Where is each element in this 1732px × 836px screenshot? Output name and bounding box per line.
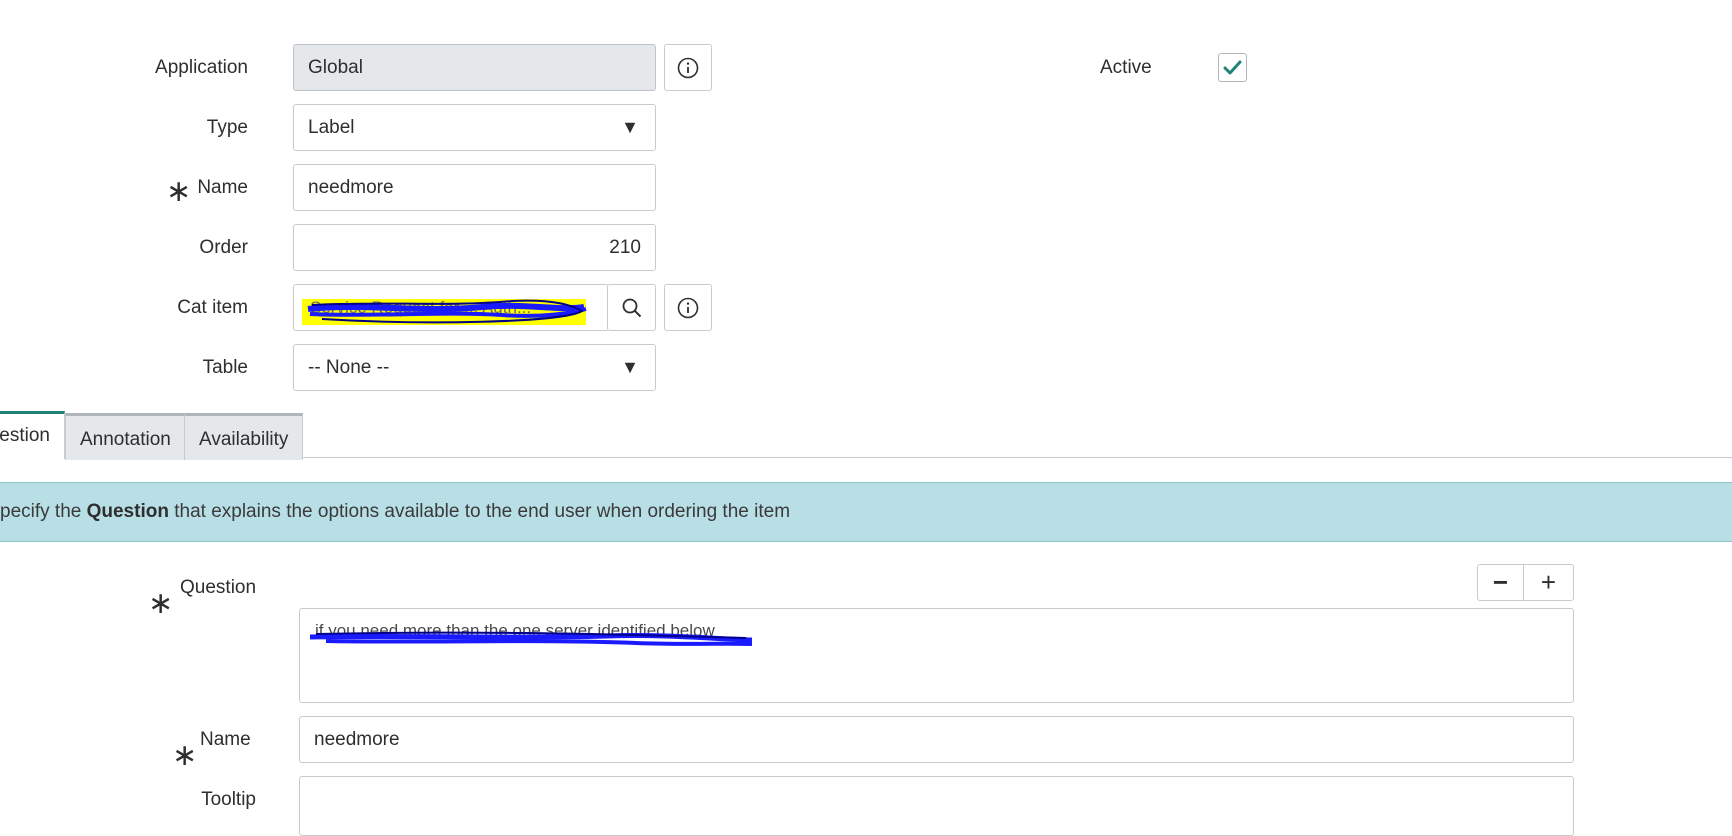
question-name-label: Name <box>200 729 251 750</box>
tooltip-input[interactable] <box>299 776 1574 836</box>
info-icon <box>677 57 699 78</box>
cat-item-info-button[interactable] <box>664 284 712 331</box>
tab-availability[interactable]: Availability <box>184 413 303 460</box>
active-checkbox[interactable] <box>1218 53 1247 82</box>
info-banner-prefix: pecify the <box>0 501 87 522</box>
text-size-controls: − + <box>1477 564 1574 601</box>
cat-item-label: Cat item <box>177 297 248 318</box>
order-label: Order <box>199 237 248 258</box>
question-label: Question <box>180 577 257 598</box>
increase-size-button[interactable]: + <box>1524 565 1573 600</box>
info-banner: pecify the Question that explains the op… <box>0 482 1732 542</box>
active-label: Active <box>1100 57 1152 78</box>
table-select-value: -- None -- <box>308 357 390 378</box>
tab-question[interactable]: estion <box>0 411 65 459</box>
redaction-scribble <box>307 299 587 324</box>
search-icon <box>622 298 641 317</box>
application-label: Application <box>155 57 248 78</box>
tooltip-label: Tooltip <box>201 789 256 810</box>
tab-annotation[interactable]: Annotation <box>65 413 185 460</box>
type-select-value: Label <box>308 117 355 138</box>
order-input[interactable]: 210 <box>293 224 656 271</box>
info-banner-suffix: that explains the options available to t… <box>168 501 791 522</box>
application-field[interactable]: Global <box>293 44 656 91</box>
info-icon <box>677 297 699 318</box>
required-icon: ∗ <box>148 587 174 620</box>
dropdown-arrow-icon: ▼ <box>621 117 639 137</box>
application-info-button[interactable] <box>664 44 712 91</box>
name-label: Name <box>197 177 248 198</box>
name-input[interactable]: needmore <box>293 164 656 211</box>
question-textarea[interactable]: if you need more than the one server ide… <box>299 608 1574 703</box>
info-banner-bold: Question <box>86 501 169 522</box>
question-name-input[interactable]: needmore <box>299 716 1574 763</box>
table-label: Table <box>202 357 248 378</box>
redaction-scribble <box>309 631 753 646</box>
required-icon: ∗ <box>172 739 198 772</box>
type-label: Type <box>206 117 248 138</box>
cat-item-search-button[interactable] <box>607 284 656 331</box>
dropdown-arrow-icon: ▼ <box>621 357 639 377</box>
decrease-size-button[interactable]: − <box>1478 565 1524 600</box>
check-icon <box>1223 60 1242 75</box>
type-select[interactable]: Label ▼ <box>293 104 656 151</box>
table-select[interactable]: -- None -- ▼ <box>293 344 656 391</box>
cat-item-input[interactable]: Service Request for ... Auth... <box>293 284 609 331</box>
